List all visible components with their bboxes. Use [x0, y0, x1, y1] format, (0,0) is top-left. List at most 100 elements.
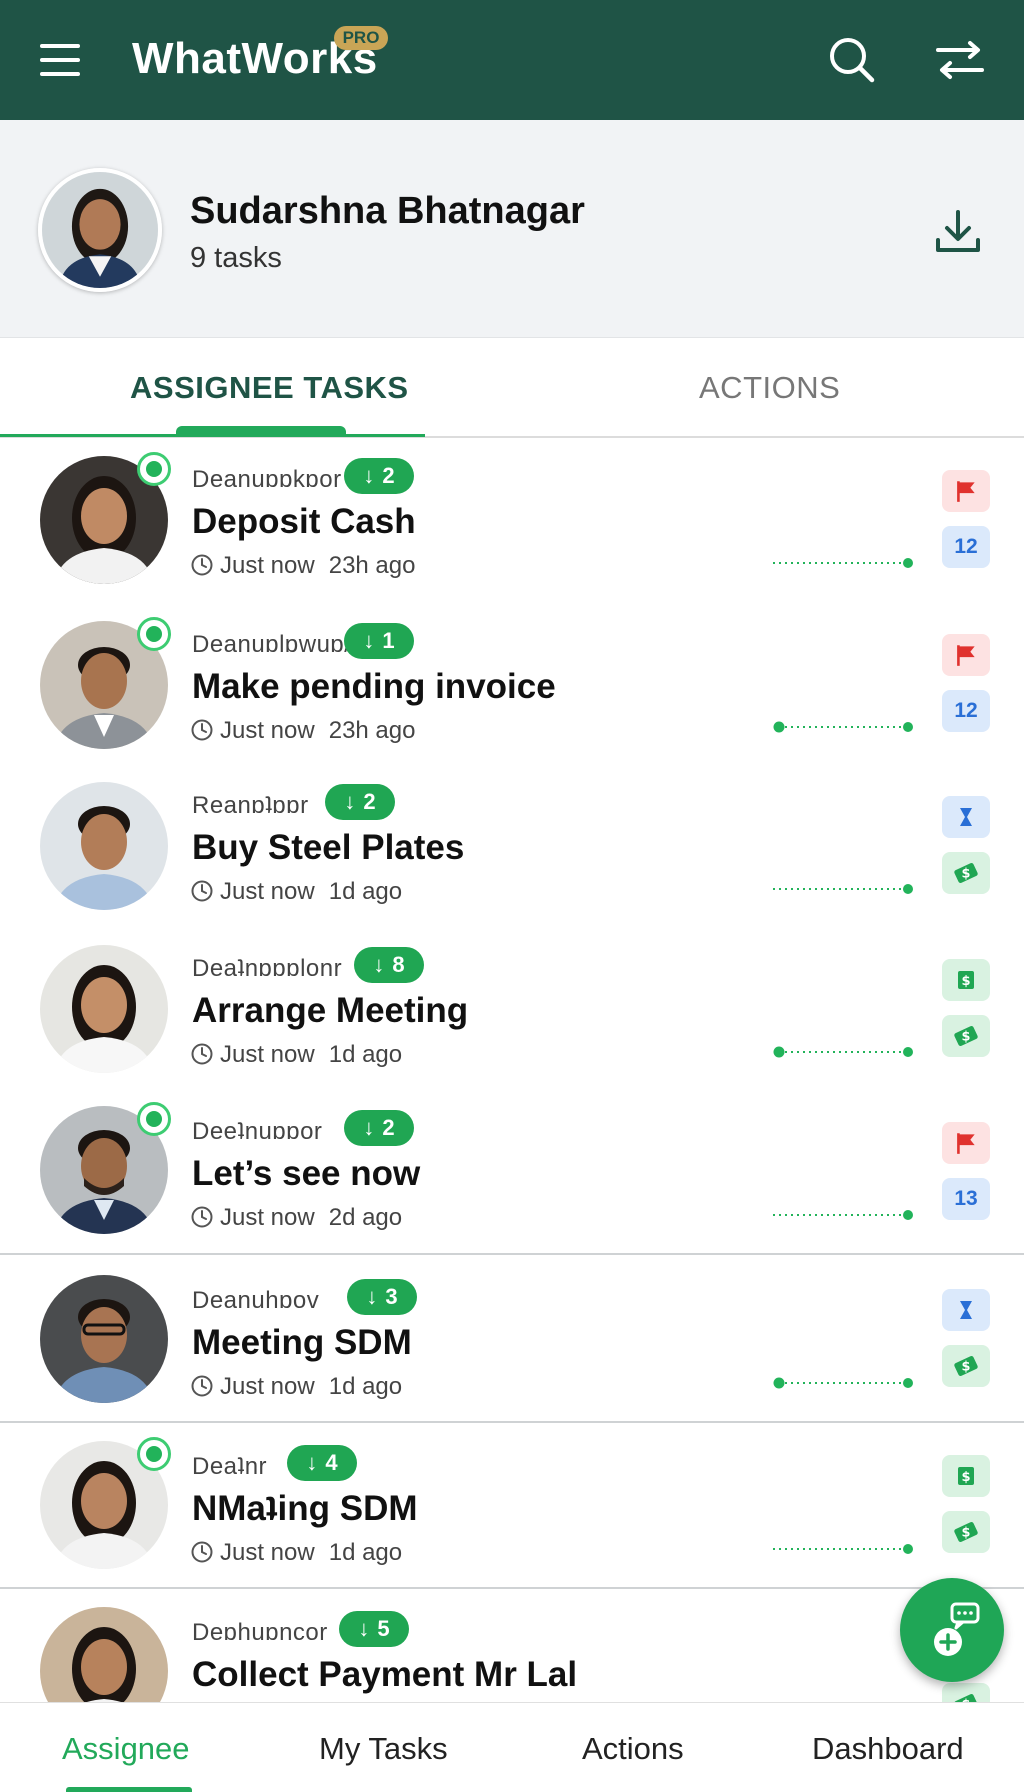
- subtask-count-badge: ↓ 3: [347, 1279, 417, 1315]
- task-title: Arrange Meeting: [192, 991, 469, 1030]
- progress-timeline: [773, 884, 913, 894]
- download-icon: [936, 210, 980, 252]
- task-count: 9 tasks: [190, 242, 282, 274]
- task-row[interactable]: Deaʇnr ↓ 4 NMaʇing SDM Just now 1d ago $ $: [0, 1423, 1024, 1589]
- hourglass-tag[interactable]: [942, 1289, 990, 1331]
- task-row[interactable]: Deɒhuɒncor ↓5 Collect Payment Mr Lal $: [0, 1591, 1024, 1702]
- task-time: Just now: [220, 1204, 315, 1231]
- nav-active-indicator: [66, 1787, 192, 1792]
- subtask-count-badge: ↓ 4: [287, 1445, 357, 1481]
- switch-button[interactable]: [930, 30, 990, 90]
- chat-add-icon: [934, 1602, 980, 1656]
- cash-icon: $: [958, 1467, 974, 1485]
- task-row[interactable]: Deanuhɒov ↓ 3 Meeting SDM Just now 1d ago …: [0, 1257, 1024, 1423]
- hourglass-tag[interactable]: [942, 796, 990, 838]
- payment-tag[interactable]: $: [942, 1015, 990, 1057]
- nav-my-tasks[interactable]: My Tasks: [319, 1731, 448, 1767]
- search-icon: [830, 38, 875, 83]
- online-indicator: [137, 1437, 171, 1471]
- money-icon: $: [954, 1521, 978, 1543]
- task-ago: 23h ago: [328, 552, 416, 579]
- task-meta: Just now 23h ago: [190, 717, 415, 745]
- pro-badge: PRO: [334, 26, 388, 50]
- assigner-name: Deanuɒɒkɒor: [192, 466, 342, 493]
- clock-icon: [191, 1541, 213, 1563]
- date-tag[interactable]: 13: [942, 1178, 990, 1220]
- clock-icon: [191, 1375, 213, 1397]
- tab-assignee-tasks[interactable]: ASSIGNEE TASKS: [130, 370, 409, 406]
- menu-icon-line: [40, 72, 80, 76]
- avatar[interactable]: [38, 168, 162, 292]
- task-ago: 1d ago: [328, 878, 403, 905]
- task-meta: Just now 1d ago: [190, 878, 402, 906]
- clock-icon: [191, 719, 213, 741]
- task-time: Just now: [220, 552, 315, 579]
- assigner-name: Deanuhɒov: [192, 1287, 320, 1314]
- nav-assignee[interactable]: Assignee: [62, 1731, 190, 1767]
- search-button[interactable]: [822, 30, 882, 90]
- download-button[interactable]: [928, 202, 988, 262]
- tab-actions[interactable]: ACTIONS: [699, 370, 840, 406]
- subtask-count-badge: ↓ 1: [344, 623, 414, 659]
- flag-icon: [957, 1133, 975, 1154]
- date-tag[interactable]: 12: [942, 526, 990, 568]
- task-row[interactable]: Deaʇnɒɒɒlonr ↓ 8 Arrange Meeting Just now…: [0, 929, 1024, 1092]
- cash-tag[interactable]: $: [942, 959, 990, 1001]
- new-task-fab[interactable]: [900, 1578, 1004, 1682]
- svg-text:$: $: [961, 1470, 970, 1485]
- money-icon: $: [954, 1025, 978, 1047]
- task-row[interactable]: Deanuɒlɒwuɒ/ ↓ 1 Make pending invoice Jus…: [0, 603, 1024, 766]
- clock-icon: [191, 1043, 213, 1065]
- nav-actions[interactable]: Actions: [582, 1731, 684, 1767]
- task-title: NMaʇing SDM: [192, 1489, 418, 1528]
- menu-icon: [40, 44, 80, 48]
- payment-tag[interactable]: $: [942, 852, 990, 894]
- task-row[interactable]: Deanuɒɒkɒor ↓ 2 Deposit Cash Just now 23h …: [0, 440, 1024, 603]
- task-meta: Just now 23h ago: [190, 552, 415, 580]
- avatar: [40, 1275, 168, 1403]
- task-row[interactable]: Reanɒʇɒɒr ↓ 2 Buy Steel Plates Just now 1d…: [0, 766, 1024, 929]
- payment-tag[interactable]: $: [942, 1345, 990, 1387]
- task-ago: 1d ago: [328, 1041, 403, 1068]
- progress-timeline: [773, 1210, 913, 1220]
- money-icon: $: [954, 1355, 978, 1377]
- money-icon: $: [954, 1693, 978, 1702]
- task-meta: Just now 1d ago: [190, 1373, 402, 1401]
- svg-text:$: $: [962, 867, 971, 882]
- task-row[interactable]: Deeʇnuɒɒor ↓ 2 Let’s see now Just now 2d a…: [0, 1092, 1024, 1255]
- priority-flag-tag[interactable]: [942, 1122, 990, 1164]
- task-title: Let’s see now: [192, 1154, 421, 1193]
- assigner-name: Deɒhuɒncor: [192, 1619, 328, 1646]
- priority-flag-tag[interactable]: [942, 634, 990, 676]
- avatar: [40, 945, 168, 1073]
- task-ago: 1d ago: [328, 1539, 403, 1566]
- subtask-count-badge: ↓ 2: [325, 784, 395, 820]
- payment-tag[interactable]: $: [942, 1683, 990, 1702]
- svg-text:$: $: [962, 1360, 971, 1375]
- flag-icon: [957, 645, 975, 666]
- menu-icon-line: [40, 58, 80, 62]
- nav-dashboard[interactable]: Dashboard: [812, 1731, 964, 1767]
- progress-timeline: [773, 1046, 913, 1058]
- task-time: Just now: [220, 1373, 315, 1400]
- task-list[interactable]: Deanuɒɒkɒor ↓ 2 Deposit Cash Just now 23h …: [0, 440, 1024, 1702]
- progress-timeline: [773, 1544, 913, 1554]
- avatar: [40, 782, 168, 910]
- task-title: Meeting SDM: [192, 1323, 412, 1362]
- app-bar: WhatWorks PRO: [0, 0, 1024, 120]
- progress-timeline: [773, 558, 913, 568]
- clock-icon: [191, 880, 213, 902]
- svg-text:$: $: [962, 1030, 971, 1045]
- menu-button[interactable]: [38, 40, 82, 80]
- online-indicator: [137, 617, 171, 651]
- cash-tag[interactable]: $: [942, 1455, 990, 1497]
- assigner-name: Reanɒʇɒɒr: [192, 792, 309, 819]
- clock-icon: [191, 554, 213, 576]
- flag-icon: [957, 481, 975, 502]
- online-indicator: [137, 1102, 171, 1136]
- priority-flag-tag[interactable]: [942, 470, 990, 512]
- date-tag[interactable]: 12: [942, 690, 990, 732]
- payment-tag[interactable]: $: [942, 1511, 990, 1553]
- money-icon: $: [954, 862, 978, 884]
- task-time: Just now: [220, 878, 315, 905]
